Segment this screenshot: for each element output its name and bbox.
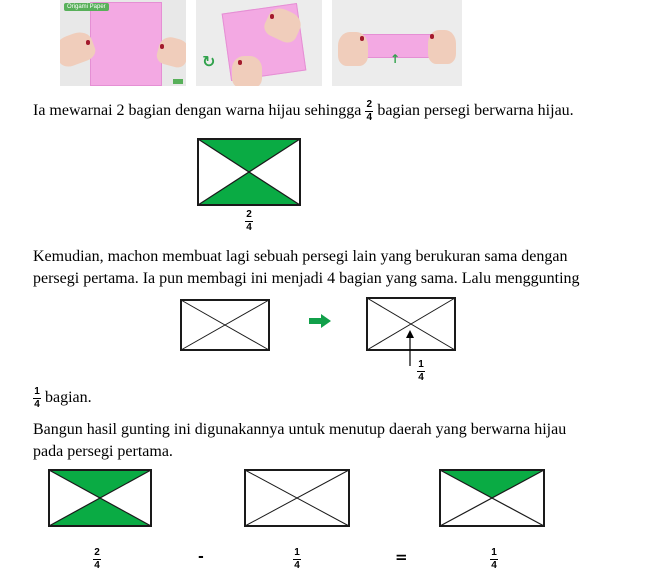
nail bbox=[270, 14, 274, 19]
fraction-denominator: 4 bbox=[491, 560, 497, 571]
green-triangle-bottom bbox=[49, 498, 151, 526]
equation-term-2: 1 4 bbox=[293, 548, 301, 571]
green-triangle-top bbox=[49, 470, 151, 498]
rectangle-two-green-triangles-sides bbox=[48, 469, 152, 527]
photo-step-3: ↑ bbox=[332, 0, 462, 86]
figure-1-label: 2 4 bbox=[245, 210, 253, 233]
equation-term-1: 2 4 bbox=[93, 548, 101, 571]
fraction-numerator: 1 bbox=[294, 547, 300, 558]
fraction-two-fourths: 2 4 bbox=[365, 99, 374, 123]
photo-step-2: ↻ bbox=[196, 0, 322, 86]
small-badge bbox=[173, 79, 183, 84]
green-triangle-top bbox=[198, 139, 300, 172]
paragraph-2-line-2: persegi pertama. Ia pun membagi ini menj… bbox=[33, 270, 580, 287]
fraction-numerator: 2 bbox=[366, 99, 373, 110]
paragraph-1: Ia mewarnai 2 bagian dengan warna hijau … bbox=[33, 100, 574, 123]
hand bbox=[232, 56, 262, 86]
logo-badge: Origami Paper bbox=[64, 3, 109, 11]
equals-sign: = bbox=[395, 548, 408, 566]
pointer-arrow bbox=[406, 330, 414, 366]
nail bbox=[86, 40, 90, 45]
paragraph-1-text-before: Ia mewarnai 2 bagian dengan warna hijau … bbox=[33, 102, 362, 120]
green-triangle-bottom bbox=[198, 172, 300, 205]
paragraph-1-text-after: bagian persegi berwarna hijau. bbox=[377, 102, 574, 120]
fraction-denominator: 4 bbox=[418, 372, 424, 383]
rectangle-divided-four bbox=[180, 299, 270, 351]
paragraph-3-line-1: 1 4 bagian. bbox=[33, 387, 92, 410]
figure-2-label: 1 4 bbox=[417, 360, 425, 383]
fraction-denominator: 4 bbox=[294, 560, 300, 571]
green-triangle-top bbox=[440, 470, 544, 498]
photo-step-1: Origami Paper bbox=[60, 0, 186, 86]
fraction-denominator: 4 bbox=[34, 399, 40, 410]
rotate-arrow-icon: ↻ bbox=[202, 52, 216, 71]
nail bbox=[360, 36, 364, 41]
fraction-numerator: 2 bbox=[94, 547, 100, 558]
fraction-numerator: 2 bbox=[246, 209, 252, 220]
paragraph-3-line-2: Bangun hasil gunting ini digunakannya un… bbox=[33, 421, 567, 438]
pink-paper bbox=[90, 2, 162, 86]
paragraph-2-line-1: Kemudian, machon membuat lagi sebuah per… bbox=[33, 248, 568, 265]
equation-result: 1 4 bbox=[490, 548, 498, 571]
fraction-numerator: 1 bbox=[34, 386, 40, 397]
right-arrow-icon bbox=[309, 314, 331, 328]
nail bbox=[160, 44, 164, 49]
rectangle-empty-divided bbox=[244, 469, 350, 527]
up-arrow-icon: ↑ bbox=[390, 52, 401, 66]
fraction-one-fourth: 1 4 bbox=[33, 387, 41, 410]
fraction-denominator: 4 bbox=[94, 560, 100, 571]
paragraph-3-line-3: pada persegi pertama. bbox=[33, 443, 173, 460]
rectangle-one-green-triangle bbox=[439, 469, 545, 527]
nail bbox=[238, 60, 242, 65]
fraction-numerator: 1 bbox=[418, 359, 424, 370]
fraction-numerator: 1 bbox=[491, 547, 497, 558]
fraction-denominator: 4 bbox=[366, 112, 373, 123]
nail bbox=[430, 34, 434, 39]
minus-sign: - bbox=[198, 549, 204, 565]
paragraph-3-text-after: bagian. bbox=[45, 389, 92, 407]
fraction-denominator: 4 bbox=[246, 222, 252, 233]
rectangle-two-green-triangles bbox=[197, 138, 301, 206]
